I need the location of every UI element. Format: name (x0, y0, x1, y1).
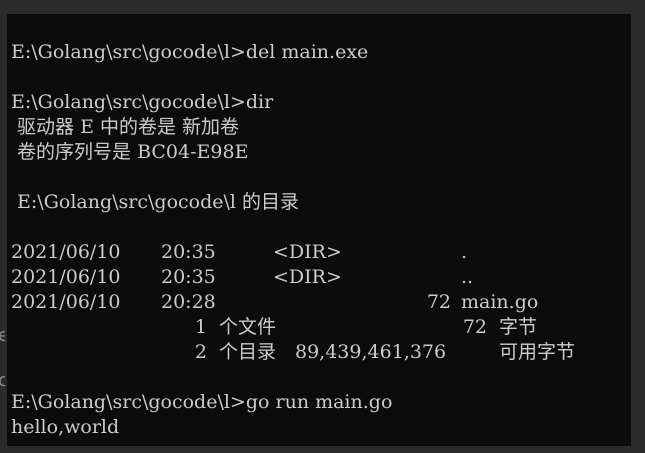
terminal-output[interactable]: E:\Golang\src\gocode\l>del main.exe E:\G… (11, 40, 627, 446)
files-label: 个文件 (219, 316, 277, 338)
dir-row-time: 20:35 (161, 266, 216, 288)
dir-listing-row: 2021/06/10 20:35 <DIR> . (11, 240, 627, 265)
dir-row-time: 20:28 (161, 291, 216, 313)
free-bytes: 89,439,461,376 (295, 341, 447, 363)
dir-row-date: 2021/06/10 (11, 291, 121, 313)
terminal-line-empty (11, 365, 627, 390)
terminal-line-empty (11, 215, 627, 240)
dir-listing-row: 2021/06/10 20:28 72 main.go (11, 290, 627, 315)
terminal-line: E:\Golang\src\gocode\l>go run main.go (11, 391, 393, 413)
terminal-line: E:\Golang\src\gocode\l>dir (11, 91, 274, 113)
dir-row-date: 2021/06/10 (11, 241, 121, 263)
dir-summary-dirs: 2 个目录 89,439,461,376 可用字节 (11, 340, 627, 365)
terminal-line: E:\Golang\src\gocode\l>del main.exe (11, 41, 369, 63)
terminal-line-empty (11, 65, 627, 90)
terminal-line: E:\Golang\src\gocode\l 的目录 (11, 191, 300, 213)
dir-row-size: 72 (426, 291, 451, 313)
free-label: 可用字节 (499, 341, 576, 363)
terminal-line: 驱动器 E 中的卷是 新加卷 (11, 116, 240, 138)
dir-row-name: main.go (461, 291, 539, 313)
dirs-label: 个目录 (219, 341, 277, 363)
files-count: 1 (194, 316, 207, 338)
screenshot-frame: e c E:\Golang\src\gocode\l>del main.exe … (0, 0, 645, 453)
dir-row-name: .. (461, 266, 474, 288)
background-window-glyph: e (0, 326, 5, 346)
dir-row-date: 2021/06/10 (11, 266, 121, 288)
files-size: 72 (462, 316, 487, 338)
dir-row-type: <DIR> (273, 241, 342, 263)
terminal-line: 卷的序列号是 BC04-E98E (11, 141, 249, 163)
dir-summary-files: 1 个文件 72 字节 (11, 315, 627, 340)
dir-row-type: <DIR> (273, 266, 342, 288)
terminal-line-empty (11, 165, 627, 190)
dir-row-time: 20:35 (161, 241, 216, 263)
dir-listing-row: 2021/06/10 20:35 <DIR> .. (11, 265, 627, 290)
terminal-line: hello,world (11, 416, 120, 438)
background-window-glyph: c (0, 371, 5, 391)
dir-row-name: . (461, 241, 468, 263)
terminal-window[interactable]: E:\Golang\src\gocode\l>del main.exe E:\G… (7, 14, 631, 446)
files-unit: 字节 (499, 316, 538, 338)
dirs-count: 2 (194, 341, 207, 363)
